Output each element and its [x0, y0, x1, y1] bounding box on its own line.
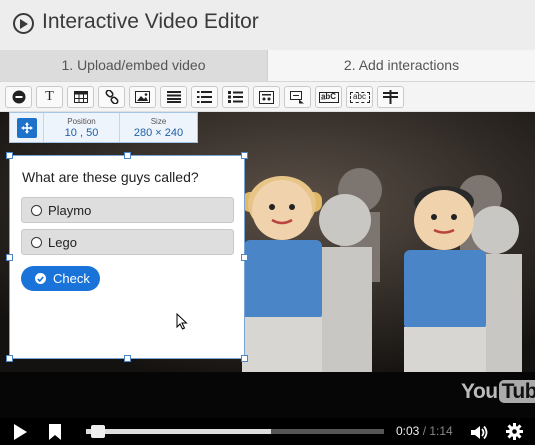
resize-handle-ne[interactable]: [241, 152, 248, 159]
resize-handle-w[interactable]: [6, 254, 13, 261]
app-header: Interactive Video Editor: [0, 0, 535, 50]
seek-handle[interactable]: [90, 425, 105, 438]
time-separator: /: [419, 424, 430, 438]
move-arrows-icon: [16, 117, 37, 138]
size-field[interactable]: Size 280 × 240: [120, 113, 197, 142]
resize-handle-se[interactable]: [241, 355, 248, 362]
settings-button[interactable]: [506, 423, 523, 440]
resize-handle-sw[interactable]: [6, 355, 13, 362]
play-icon: [14, 424, 27, 440]
image-icon: [135, 90, 151, 104]
add-drag-text-button[interactable]: a̲bC: [315, 86, 342, 108]
single-choice-icon: [197, 90, 213, 104]
volume-button[interactable]: [471, 424, 489, 440]
resize-handle-e[interactable]: [241, 254, 248, 261]
add-image-button[interactable]: [129, 86, 156, 108]
play-button[interactable]: [12, 424, 28, 440]
link-icon: [104, 90, 120, 104]
mark-words-icon: abc: [349, 91, 370, 103]
play-circle-icon: [13, 13, 34, 34]
answer-option-label: Playmo: [48, 202, 92, 218]
youtube-logo-tube: Tube: [498, 380, 535, 403]
seek-bar[interactable]: [86, 425, 384, 438]
size-value[interactable]: 280 × 240: [134, 127, 183, 139]
add-table-button[interactable]: [67, 86, 94, 108]
current-time: 0:03: [396, 424, 420, 438]
youtube-logo-you: You: [461, 380, 498, 403]
radio-button[interactable]: [31, 236, 42, 248]
player-controls: 0:03 / 1:14: [0, 418, 535, 445]
gear-icon: [506, 423, 523, 440]
bookmark-button[interactable]: [48, 423, 62, 440]
table-icon: [73, 90, 89, 104]
resize-handle-s[interactable]: [124, 355, 131, 362]
radio-button[interactable]: [31, 204, 42, 216]
true-false-icon: [259, 90, 275, 104]
tab-upload-embed-video[interactable]: 1. Upload/embed video: [0, 50, 267, 81]
position-value[interactable]: 10 , 50: [65, 127, 99, 139]
drag-text-icon: a̲bC: [318, 91, 339, 103]
add-crossroads-button[interactable]: [377, 86, 404, 108]
fill-blanks-icon: [290, 90, 306, 104]
question-text: What are these guys called?: [22, 169, 199, 185]
statements-icon: [166, 90, 182, 104]
size-label: Size: [150, 116, 167, 126]
answer-option[interactable]: Playmo: [21, 197, 234, 223]
check-button[interactable]: Check: [21, 266, 100, 291]
add-single-choice-button[interactable]: [191, 86, 218, 108]
check-circle-icon: [35, 273, 46, 284]
editor-tabs: 1. Upload/embed video 2. Add interaction…: [0, 50, 535, 82]
add-statements-button[interactable]: [160, 86, 187, 108]
mouse-cursor-icon: [176, 313, 188, 330]
interaction-box[interactable]: What are these guys called? Playmo Lego …: [6, 152, 248, 362]
add-mark-words-button[interactable]: abc: [346, 86, 373, 108]
tab-add-interactions[interactable]: 2. Add interactions: [267, 50, 535, 81]
check-button-label: Check: [53, 271, 90, 286]
answer-option-label: Lego: [48, 234, 77, 250]
volume-icon: [471, 425, 488, 439]
position-label: Position: [67, 116, 96, 126]
interactions-toolbar: T a̲bC abc: [0, 82, 535, 112]
time-display: 0:03 / 1:14: [396, 424, 453, 438]
position-field[interactable]: Position 10 , 50: [44, 113, 120, 142]
seek-bar-buffered: [86, 429, 271, 434]
add-true-false-button[interactable]: [253, 86, 280, 108]
resize-handle-n[interactable]: [124, 152, 131, 159]
resize-handle-nw[interactable]: [6, 152, 13, 159]
multiple-choice-icon: [228, 90, 244, 104]
bookmark-icon: [49, 423, 61, 440]
add-link-button[interactable]: [98, 86, 125, 108]
add-label-button[interactable]: [5, 86, 32, 108]
text-icon: T: [45, 89, 54, 104]
label-icon: [11, 90, 27, 104]
position-size-panel: Position 10 , 50 Size 280 × 240: [9, 112, 198, 143]
crossroads-icon: [383, 90, 399, 104]
answer-option[interactable]: Lego: [21, 229, 234, 255]
app-title: Interactive Video Editor: [42, 10, 259, 33]
duration: 1:14: [429, 424, 453, 438]
add-fill-in-blanks-button[interactable]: [284, 86, 311, 108]
add-multiple-choice-button[interactable]: [222, 86, 249, 108]
add-text-button[interactable]: T: [36, 86, 63, 108]
move-handle[interactable]: [10, 113, 44, 142]
youtube-logo: YouTube: [461, 380, 535, 404]
